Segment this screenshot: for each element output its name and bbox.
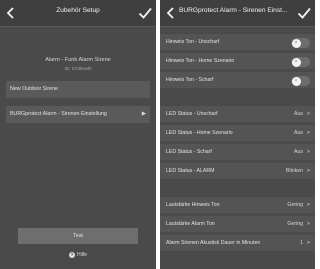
help-icon: ? [68,251,75,258]
setting-label: LED Status - Scharf [166,149,212,155]
close-icon: × [294,39,298,46]
setting-label: Alarm Sirenen Akustisk Dauer in Minuten [166,240,261,246]
page-title: Zubehör Setup [56,7,100,14]
chevron-right-icon: > [306,111,310,117]
setting-row-led-armed[interactable]: LED Status - Scharf Aus > [160,144,315,161]
help-label: Hilfe [76,252,87,258]
top-bar: Zubehör Setup [0,0,156,27]
setting-row-hint-tone-home: Hinweis Ton - Home Szenario × [160,53,315,70]
accessory-name-label: New Outdoor Sirene [10,86,58,92]
chevron-right-icon: > [306,202,310,208]
setting-row-alarm-volume[interactable]: Lautstärke Alarm Ton Gering > [160,216,315,233]
setting-label: Hinweis Ton - Scharf [166,77,214,83]
device-name: Alarm - Funk Alarm Sirene [45,57,111,63]
checkmark-icon[interactable] [137,5,153,21]
setting-value: Gering [287,221,303,227]
siren-settings-label: BURGprotect Alarm - Sirenen Einstellung [10,111,107,117]
setting-row-led-alarm[interactable]: LED Status - ALARM Blinken > [160,163,315,180]
toggle-switch[interactable]: × [291,76,310,86]
toggle-switch[interactable]: × [291,57,310,67]
setting-row-led-home[interactable]: LED Status - Home Szenario Aus > [160,125,315,142]
chevron-right-icon: > [306,149,310,155]
setting-value: 1 [300,240,303,246]
setting-value: Gering [287,202,303,208]
back-arrow-icon[interactable] [163,5,179,21]
chevron-right-icon: > [306,221,310,227]
setting-label: LED Status - ALARM [166,168,215,174]
setting-label: LED Status - Unscharf [166,111,218,117]
setting-value: Aus [294,111,303,117]
setting-label: Hinweis Ton - Unscharf [166,39,220,45]
close-icon: × [294,77,298,84]
setting-label: Lautstärke Alarm Ton [166,221,215,227]
accessory-setup-screen: Zubehör Setup Alarm - Funk Alarm Sirene … [0,0,156,269]
page-title: BURGprotect Alarm - Sirenen Einst... [179,7,288,14]
checkmark-icon[interactable] [296,5,312,21]
chevron-right-icon: > [306,168,310,174]
setting-row-led-disarmed[interactable]: LED Status - Unscharf Aus > [160,106,315,123]
setting-label: Hinweis Ton - Home Szenario [166,58,235,64]
setting-label: Lautstärke Hinweis Ton [166,202,220,208]
toggle-switch[interactable]: × [291,38,310,48]
setting-value: Aus [294,149,303,155]
accessory-name-field[interactable]: New Outdoor Sirene [6,81,150,98]
chevron-right-icon: > [306,240,310,246]
setting-label: LED Status - Home Szenario [166,130,233,136]
device-id: ID: IChl0swlh [64,66,92,71]
setting-row-hint-volume[interactable]: Lautstärke Hinweis Ton Gering > [160,197,315,214]
chevron-right-icon: > [306,130,310,136]
setting-value: Aus [294,130,303,136]
siren-settings-screen: BURGprotect Alarm - Sirenen Einst... Hin… [160,0,315,269]
siren-settings-item[interactable]: BURGprotect Alarm - Sirenen Einstellung … [6,106,150,123]
play-arrow-icon: ▶ [141,111,146,117]
setting-row-siren-duration[interactable]: Alarm Sirenen Akustisk Dauer in Minuten … [160,235,315,252]
help-link[interactable]: ? Hilfe [0,251,156,259]
setting-row-hint-tone-disarmed: Hinweis Ton - Unscharf × [160,34,315,51]
setting-value: Blinken [285,168,303,174]
setting-row-hint-tone-armed: Hinweis Ton - Scharf × [160,72,315,89]
close-icon: × [294,58,298,65]
top-bar: BURGprotect Alarm - Sirenen Einst... [160,0,315,27]
test-button[interactable]: Test [18,228,138,244]
